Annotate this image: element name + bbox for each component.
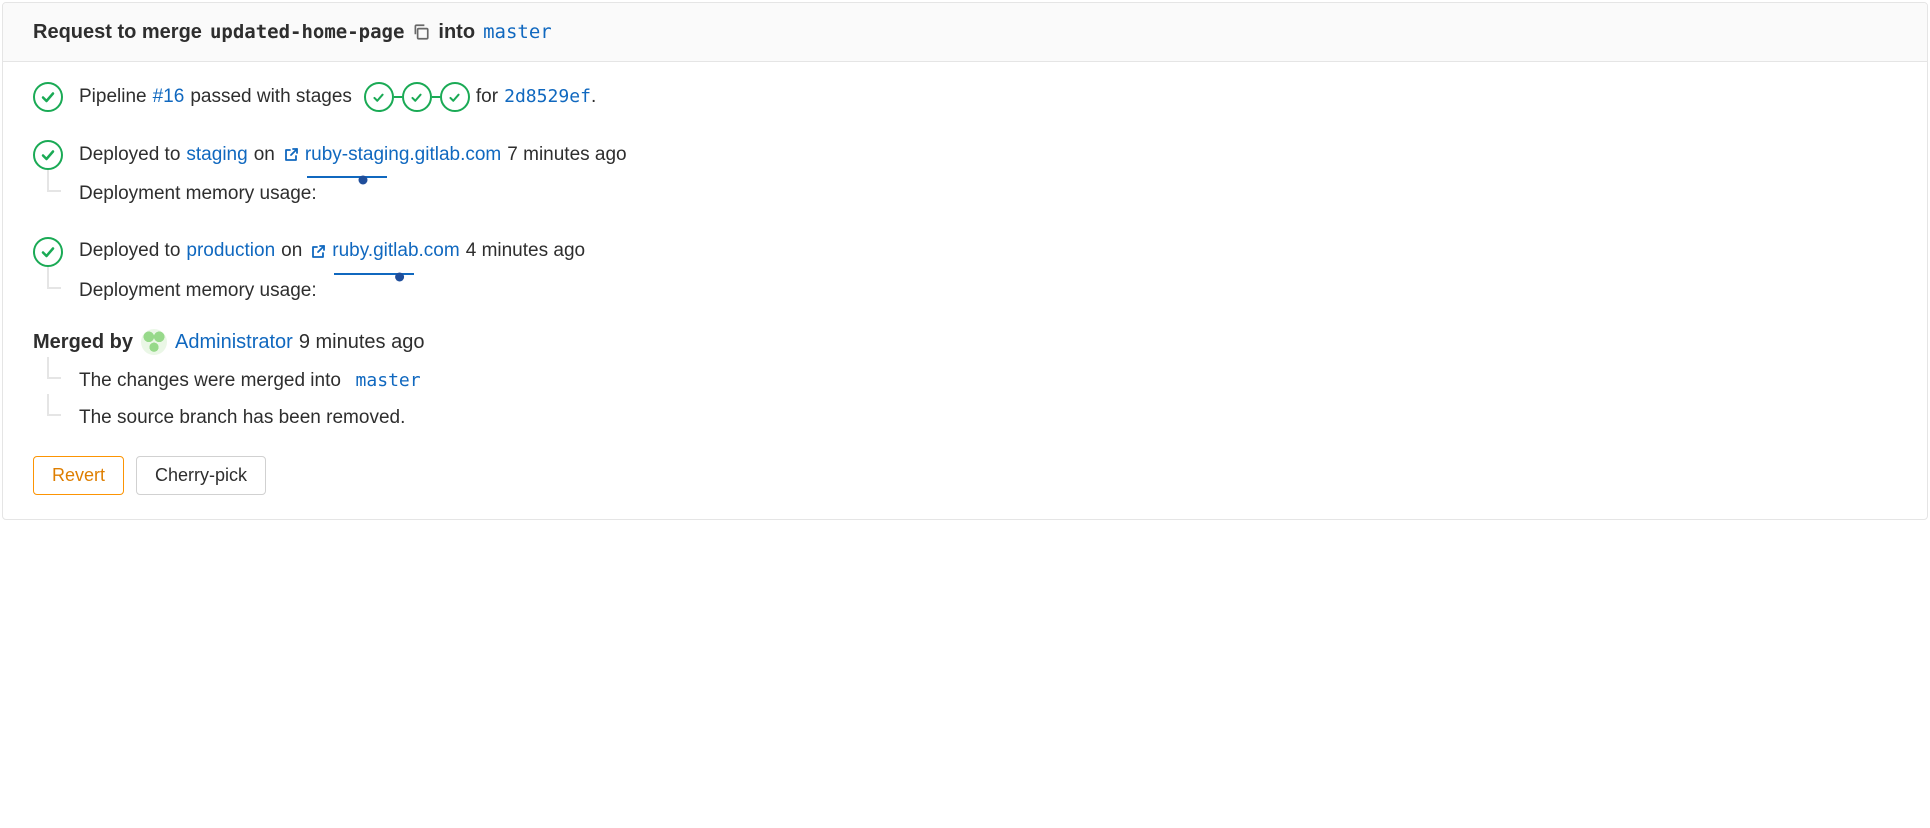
request-to-merge-label: Request to merge [33,17,202,47]
merge-request-header: Request to merge updated-home-page into … [3,3,1927,62]
revert-button[interactable]: Revert [33,456,124,495]
deployed-to-label: Deployed to [79,237,180,266]
stage-connector [394,96,402,98]
source-branch[interactable]: updated-home-page [210,18,404,47]
pipeline-id-link[interactable]: #16 [153,83,185,112]
merge-request-widget: Request to merge updated-home-page into … [2,2,1928,520]
copy-branch-icon[interactable] [404,23,438,41]
memory-usage-row: Deployment memory usage: [39,273,1897,306]
environment-link[interactable]: production [186,237,275,266]
pipeline-passed-text: passed with stages [190,83,352,112]
merged-by-user[interactable]: Administrator [175,327,293,357]
pipeline-for-text: for [476,83,498,112]
sparkline-icon [305,173,389,185]
source-removed-text: The source branch has been removed. [79,400,405,433]
deployment-time: 4 minutes ago [466,237,585,266]
on-label: on [254,141,275,170]
tree-connector-icon [39,273,61,306]
memory-usage-label: Deployment memory usage: [79,176,317,209]
pipeline-status-row: Pipeline #16 passed with stages for 2d85… [33,82,1897,112]
into-label: into [438,17,475,47]
deployment-url-link[interactable]: ruby.gitlab.com [332,237,459,266]
commit-sha-link[interactable]: 2d8529ef [504,86,591,107]
tree-connector-icon [39,363,61,396]
environment-link[interactable]: staging [186,141,247,170]
stage-connector [432,96,440,98]
success-icon [33,140,63,170]
merged-time: 9 minutes ago [299,327,425,357]
target-branch[interactable]: master [483,18,552,47]
memory-usage-label: Deployment memory usage: [79,273,317,306]
stage-icon[interactable] [364,82,394,112]
period: . [591,86,596,107]
cherry-pick-button[interactable]: Cherry-pick [136,456,266,495]
pipeline-stages [364,82,470,112]
merged-target-branch[interactable]: master [356,370,421,391]
tree-connector-icon [39,176,61,209]
success-icon [33,237,63,267]
merged-into-row: The changes were merged into master [39,363,1897,396]
tree-connector-icon [39,400,61,433]
merged-by-row: Merged by Administrator 9 minutes ago [33,327,1897,357]
merged-by-label: Merged by [33,327,133,357]
source-removed-row: The source branch has been removed. [39,400,1897,433]
external-link-icon[interactable] [310,244,326,260]
user-avatar[interactable] [141,329,167,355]
on-label: on [281,237,302,266]
stage-icon[interactable] [440,82,470,112]
deployment-row: Deployed to staging on ruby-staging.gitl… [33,140,1897,170]
merge-request-body: Pipeline #16 passed with stages for 2d85… [3,62,1927,519]
changes-merged-text: The changes were merged into [79,370,341,391]
deployment-row: Deployed to production on ruby.gitlab.co… [33,237,1897,267]
merge-actions: Revert Cherry-pick [33,456,1897,495]
pipeline-label: Pipeline [79,83,147,112]
success-icon [33,82,63,112]
deployment-url-link[interactable]: ruby-staging.gitlab.com [305,141,501,170]
deployment-time: 7 minutes ago [507,141,626,170]
deployed-to-label: Deployed to [79,141,180,170]
external-link-icon[interactable] [283,147,299,163]
stage-icon[interactable] [402,82,432,112]
sparkline-icon [332,270,416,282]
